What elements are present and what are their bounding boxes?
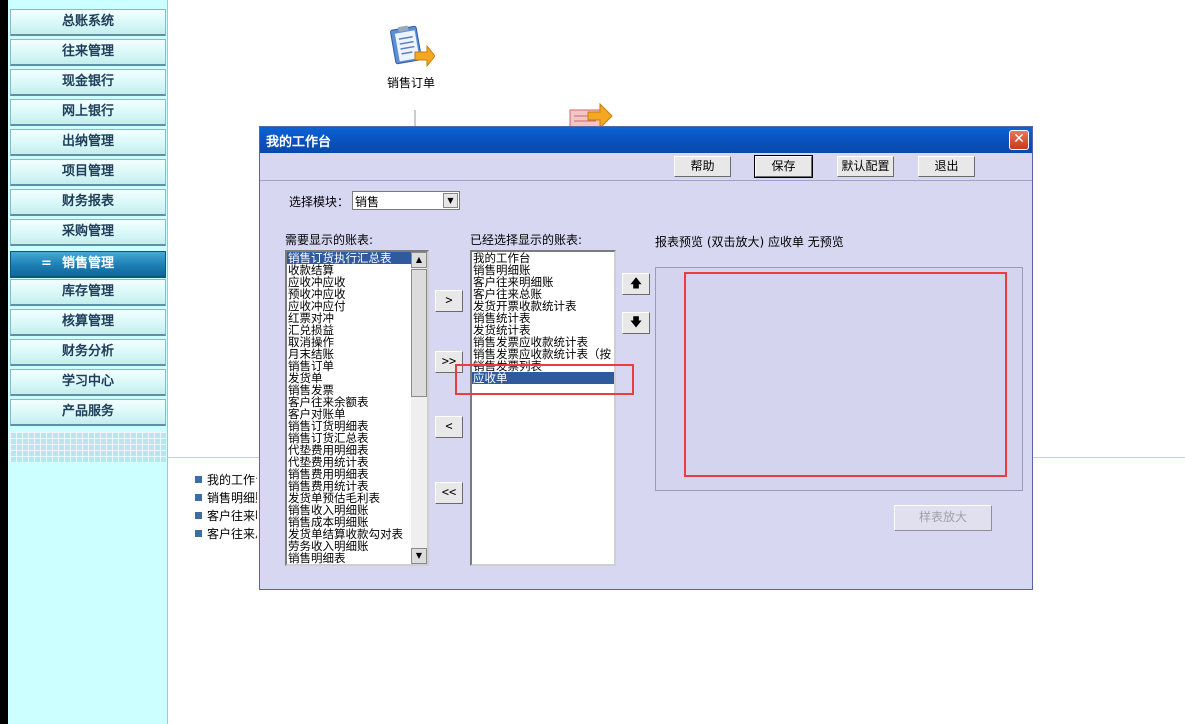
highlight-box-preview	[684, 272, 1007, 477]
module-select[interactable]: 销售 ▼	[352, 191, 460, 210]
nav-item-purchasing[interactable]: 采购管理	[10, 219, 166, 246]
dialog-title: 我的工作台	[266, 135, 332, 150]
module-select-value: 销售	[355, 195, 380, 209]
sales-order-label: 销售订单	[386, 76, 435, 90]
exit-button[interactable]: 退出	[918, 156, 975, 177]
available-list-scrollbar[interactable]: ▲ ▼	[411, 252, 427, 564]
nav-item-inventory[interactable]: 库存管理	[10, 279, 166, 306]
move-down-button[interactable]: 🡇	[622, 312, 650, 334]
dropdown-arrow-icon[interactable]: ▼	[443, 193, 458, 208]
highlight-box-selected-item	[455, 364, 634, 395]
available-reports-list[interactable]: 销售订货执行汇总表 收款结算 应收冲应收 预收冲应收 应收冲应付 红票对冲 汇兑损益 取消操作…	[285, 250, 429, 566]
arrow-down-icon: 🡇	[629, 315, 643, 329]
close-icon: ✕	[1013, 131, 1025, 147]
nav-item-projects[interactable]: 项目管理	[10, 159, 166, 186]
nav-item-learning-center[interactable]: 学习中心	[10, 369, 166, 396]
module-label: 选择模块：	[289, 195, 350, 209]
selected-reports-list[interactable]: 我的工作台 销售明细账 客户往来明细账 客户往来总账 发货开票收款统计表 销售统计表 发货统…	[470, 250, 616, 566]
nav-item-cash-bank[interactable]: 现金银行	[10, 69, 166, 96]
scroll-thumb[interactable]	[411, 269, 427, 397]
selected-reports-label: 已经选择显示的账表:	[470, 233, 583, 247]
remove-button[interactable]: <	[435, 416, 463, 438]
remove-all-button[interactable]: <<	[435, 482, 463, 504]
help-button[interactable]: 帮助	[674, 156, 731, 177]
available-list-item[interactable]: 销售明细表	[287, 552, 413, 564]
window-left-edge	[0, 0, 8, 724]
scroll-down-icon[interactable]: ▼	[411, 548, 427, 564]
move-up-button[interactable]: 🡅	[622, 273, 650, 295]
nav-item-costing[interactable]: 核算管理	[10, 309, 166, 336]
arrow-up-icon: 🡅	[629, 276, 643, 290]
bg-list-item[interactable]: 销售明细账	[195, 489, 257, 506]
save-button[interactable]: 保存	[754, 155, 813, 178]
sales-order-icon[interactable]	[387, 22, 435, 70]
close-button[interactable]: ✕	[1009, 130, 1029, 150]
nav-item-financial-analysis[interactable]: 财务分析	[10, 339, 166, 366]
preview-label: 报表预览 (双击放大) 应收单 无预览	[655, 235, 844, 249]
connector-line	[414, 110, 416, 126]
nav-item-financial-reports[interactable]: 财务报表	[10, 189, 166, 216]
nav-item-accounts[interactable]: 往来管理	[10, 39, 166, 66]
sidebar-pattern	[10, 432, 166, 462]
nav-item-cashier[interactable]: 出纳管理	[10, 129, 166, 156]
document-icon[interactable]	[566, 96, 618, 130]
nav-item-general-ledger[interactable]: 总账系统	[10, 9, 166, 36]
zoom-sample-button[interactable]: 样表放大	[894, 505, 992, 531]
add-button[interactable]: >	[435, 290, 463, 312]
nav-item-product-services[interactable]: 产品服务	[10, 399, 166, 426]
nav-item-sales-label: 销售管理	[61, 256, 114, 271]
bg-list-item[interactable]: 客户往来明细账	[195, 507, 257, 524]
available-reports-label: 需要显示的账表:	[285, 233, 374, 247]
active-marker-icon: =	[41, 256, 52, 271]
bg-list-item[interactable]: 客户往来总账	[195, 525, 257, 542]
dialog-title-bar[interactable]: 我的工作台 ✕	[260, 127, 1032, 153]
bg-list-item[interactable]: 我的工作台	[195, 471, 257, 488]
nav-item-sales[interactable]: = 销售管理	[10, 251, 166, 278]
dialog-toolbar: 帮助 保存 默认配置 退出	[260, 153, 1032, 181]
scroll-up-icon[interactable]: ▲	[411, 252, 427, 268]
module-sidebar: 总账系统 往来管理 现金银行 网上银行 出纳管理 项目管理 财务报表 采购管理 …	[8, 0, 168, 724]
available-items: 销售订货执行汇总表 收款结算 应收冲应收 预收冲应收 应收冲应付 红票对冲 汇兑损益 取消操作…	[287, 252, 413, 564]
nav-item-online-bank[interactable]: 网上银行	[10, 99, 166, 126]
default-config-button[interactable]: 默认配置	[837, 156, 894, 177]
